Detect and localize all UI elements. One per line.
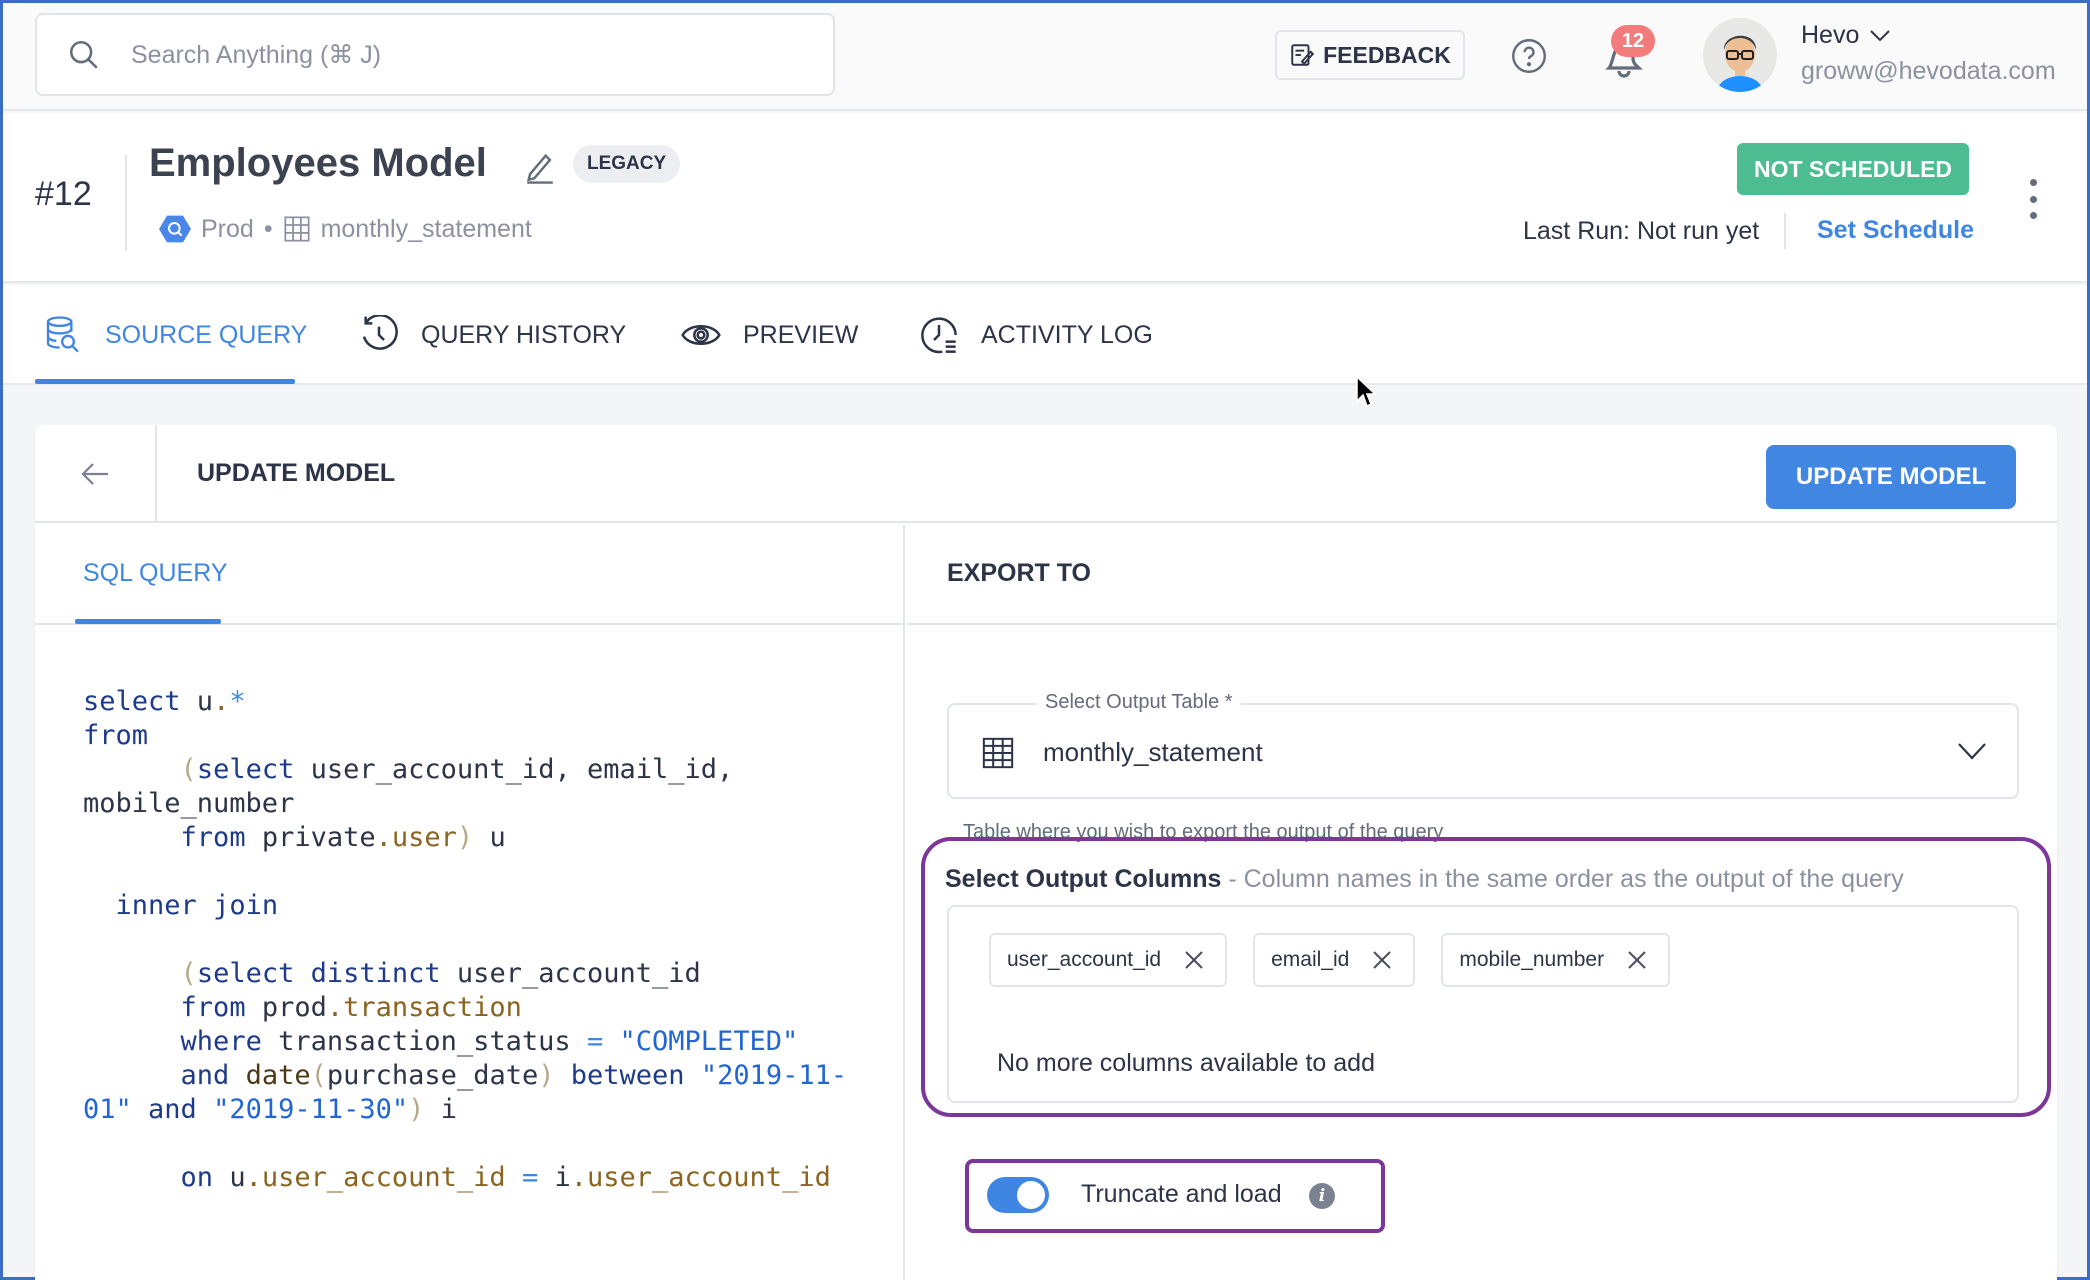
tab-label: PREVIEW [743,320,859,349]
table-name: monthly_statement [320,214,532,243]
export-title: EXPORT TO [947,559,1092,587]
search-placeholder: Search Anything (⌘ J) [131,40,382,69]
tab-activity-log[interactable]: ACTIVITY LOG [919,315,1153,355]
column-chip: user_account_id [989,933,1228,987]
sql-pane-header: SQL QUERY [35,525,903,625]
more-options-icon[interactable] [2023,179,2043,219]
clock-list-icon [921,317,957,354]
tab-source-query[interactable]: SOURCE QUERY [43,315,307,355]
truncate-toggle[interactable] [987,1177,1049,1213]
close-icon[interactable] [1626,949,1648,971]
model-meta: Prod • monthly_statement [159,213,532,245]
info-icon[interactable]: i [1309,1183,1335,1209]
close-icon[interactable] [1371,949,1393,971]
update-model-card: UPDATE MODEL UPDATE MODEL SQL QUERY sele… [35,425,2057,1280]
card-header: UPDATE MODEL UPDATE MODEL [35,425,2057,523]
model-title: Employees Model [149,141,487,185]
feedback-label: FEEDBACK [1323,41,1451,68]
divider [125,155,127,251]
no-more-columns-text: No more columns available to add [997,1049,1375,1077]
output-columns-label: Select Output Columns - Column names in … [945,865,1904,894]
output-columns-hint: - Column names in the same order as the … [1221,865,1904,893]
mouse-cursor-icon [1356,375,1377,408]
history-icon [362,315,398,350]
database-search-icon [46,316,79,353]
user-email: groww@hevodata.com [1801,57,2056,85]
divider [1784,213,1786,249]
last-run-text: Last Run: Not run yet [1523,217,1760,245]
toggle-knob [1015,1179,1047,1211]
export-pane-header: EXPORT TO [907,525,2057,625]
tab-preview[interactable]: PREVIEW [681,315,858,355]
eye-icon [681,325,721,345]
column-chip-label: mobile_number [1459,948,1605,971]
column-chips: user_account_id email_id mobile_number [989,933,1671,987]
tab-query-history[interactable]: QUERY HISTORY [359,315,626,355]
feedback-button[interactable]: FEEDBACK [1275,30,1465,80]
feedback-icon [1291,44,1315,66]
avatar-image [1718,35,1762,92]
bigquery-icon [159,215,191,243]
source-name: Prod [201,214,254,243]
sql-editor[interactable]: select u.* from (select user_account_id,… [83,685,883,1195]
active-tab-indicator [35,379,295,384]
status-badge: NOT SCHEDULED [1737,143,1969,195]
legacy-tag: LEGACY [573,145,681,183]
update-model-button[interactable]: UPDATE MODEL [1766,445,2016,509]
output-columns-input[interactable]: user_account_id email_id mobile_number N… [947,905,2019,1103]
card-title: UPDATE MODEL [197,459,396,487]
sql-pane: SQL QUERY select u.* from (select user_a… [35,525,905,1280]
close-icon[interactable] [1183,949,1205,971]
column-chip-label: email_id [1271,948,1350,971]
edit-pencil-icon[interactable] [523,149,557,185]
output-table-select[interactable]: Select Output Table * monthly_statement [947,691,2019,799]
top-bar: Search Anything (⌘ J) FEEDBACK 12 Hevo g… [3,3,2087,111]
chevron-down-icon [1958,743,1986,760]
table-icon [982,737,1014,769]
chevron-down-icon [1870,29,1891,41]
tab-bar: SOURCE QUERY QUERY HISTORY PREVIEW ACTIV… [3,285,2087,385]
model-header: #12 Employees Model LEGACY Prod • monthl… [3,113,2087,283]
tab-label: ACTIVITY LOG [981,320,1153,349]
model-number: #12 [35,175,92,213]
tab-label: SOURCE QUERY [105,320,308,349]
back-button[interactable] [35,425,157,523]
arrow-left-icon [81,463,108,485]
truncate-label: Truncate and load [1081,1180,1282,1208]
export-pane: EXPORT TO Select Output Table * monthly_… [907,525,2057,1280]
search-icon [69,40,98,69]
active-tab-indicator [75,619,221,624]
column-chip: mobile_number [1441,933,1671,987]
notification-badge: 12 [1611,25,1655,57]
output-columns-title: Select Output Columns [945,865,1222,893]
column-chip-label: user_account_id [1007,948,1162,971]
user-menu[interactable]: Hevo [1801,21,1891,50]
set-schedule-link[interactable]: Set Schedule [1817,216,1974,245]
column-chip: email_id [1253,933,1416,987]
help-icon[interactable] [1511,38,1547,74]
meta-separator: • [263,214,273,243]
tab-label: QUERY HISTORY [421,320,627,349]
user-name: Hevo [1801,21,1860,49]
output-table-value: monthly_statement [1043,737,1263,767]
table-icon [284,216,310,242]
tab-sql-query[interactable]: SQL QUERY [83,559,228,588]
output-table-label: Select Output Table * [1037,691,1241,714]
search-input[interactable]: Search Anything (⌘ J) [35,13,835,96]
avatar[interactable] [1703,18,1777,92]
